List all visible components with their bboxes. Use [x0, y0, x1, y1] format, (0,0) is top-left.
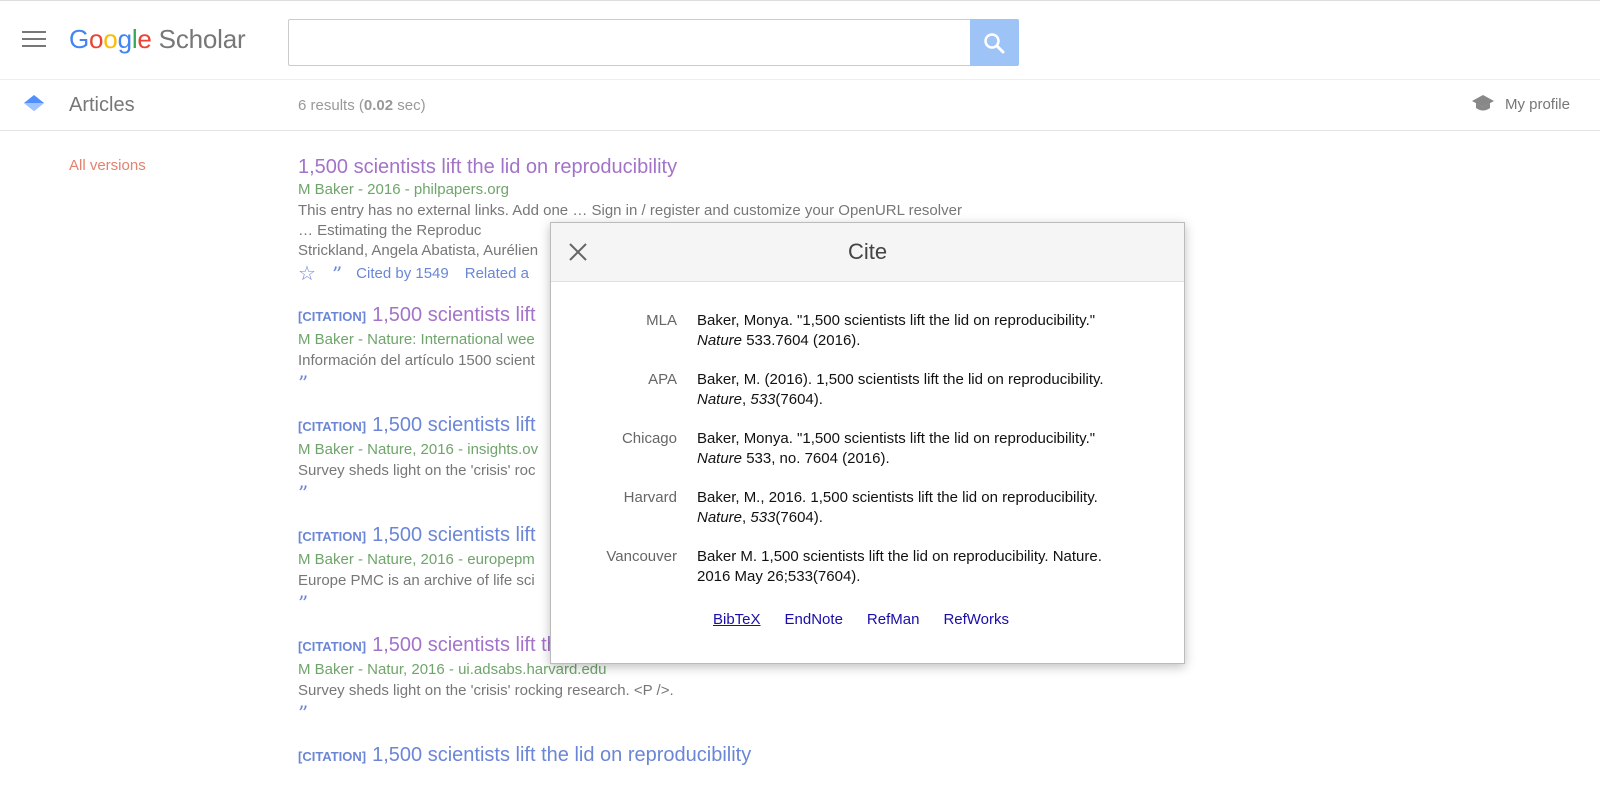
citation-row-vancouver: Vancouver Baker M. 1,500 scientists lift…	[551, 547, 1184, 587]
citation-style-label: Chicago	[621, 430, 677, 447]
related-articles-link[interactable]: Related a	[465, 263, 529, 285]
all-versions-link[interactable]: All versions	[69, 157, 146, 174]
citation-text[interactable]: Baker, M., 2016. 1,500 scientists lift t…	[697, 488, 1137, 528]
citation-style-label: APA	[648, 371, 677, 388]
citation-text[interactable]: Baker M. 1,500 scientists lift the lid o…	[697, 547, 1137, 587]
cite-quote-icon[interactable]: ”	[332, 263, 342, 285]
scholar-cap-icon	[24, 95, 44, 111]
endnote-link[interactable]: EndNote	[785, 611, 843, 628]
top-bar: Google Scholar	[0, 0, 1600, 80]
citation-row-apa: APA Baker, M. (2016). 1,500 scientists l…	[551, 370, 1184, 410]
google-scholar-logo[interactable]: Google Scholar	[69, 24, 246, 55]
refman-link[interactable]: RefMan	[867, 611, 920, 628]
citation-tag: [CITATION]	[298, 639, 367, 654]
refworks-link[interactable]: RefWorks	[943, 611, 1009, 628]
cite-dialog-title: Cite	[847, 239, 888, 264]
search-box	[288, 19, 971, 66]
citation-row-harvard: Harvard Baker, M., 2016. 1,500 scientist…	[551, 488, 1184, 528]
articles-label: Articles	[69, 94, 135, 116]
bibtex-link[interactable]: BibTeX	[713, 611, 761, 628]
results-count: 6 results (0.02 sec)	[298, 97, 426, 114]
hamburger-menu-icon[interactable]	[22, 31, 46, 49]
my-profile-label: My profile	[1504, 95, 1570, 113]
search-icon	[984, 33, 1005, 54]
citation-text[interactable]: Baker, M. (2016). 1,500 scientists lift …	[697, 370, 1137, 410]
citation-style-label: Vancouver	[606, 548, 677, 565]
citation-text[interactable]: Baker, Monya. "1,500 scientists lift the…	[697, 429, 1137, 469]
save-star-icon[interactable]: ☆	[298, 263, 316, 285]
citation-tag: [CITATION]	[298, 529, 367, 544]
cited-by-link[interactable]: Cited by 1549	[356, 263, 449, 285]
graduation-cap-icon	[1471, 95, 1494, 111]
result-snippet: Survey sheds light on the 'crisis' rocki…	[298, 682, 674, 699]
sub-bar: Articles 6 results (0.02 sec) My profile	[0, 79, 1600, 131]
result-item: [CITATION]1,500 scientists lift the lid …	[298, 743, 978, 769]
cite-dialog-header: Cite	[551, 223, 1184, 282]
citation-tag: [CITATION]	[298, 419, 367, 434]
result-title-link[interactable]: 1,500 scientists lift the lid on reprodu…	[298, 155, 978, 179]
citation-style-label: MLA	[646, 312, 677, 329]
export-links: BibTeX EndNote RefMan RefWorks	[713, 611, 1009, 628]
citation-row-chicago: Chicago Baker, Monya. "1,500 scientists …	[551, 429, 1184, 469]
logo-scholar-text: Scholar	[158, 24, 246, 54]
citation-formats: MLA Baker, Monya. "1,500 scientists lift…	[551, 311, 1184, 606]
my-profile-link[interactable]: My profile	[1471, 94, 1570, 114]
citation-tag: [CITATION]	[298, 309, 367, 324]
citation-style-label: Harvard	[623, 489, 677, 506]
citation-text[interactable]: Baker, Monya. "1,500 scientists lift the…	[697, 311, 1137, 351]
search-button[interactable]	[970, 19, 1019, 66]
cite-quote-icon[interactable]: ”	[298, 701, 978, 725]
citation-row-mla: MLA Baker, Monya. "1,500 scientists lift…	[551, 311, 1184, 351]
cite-dialog: Cite MLA Baker, Monya. "1,500 scientists…	[550, 222, 1185, 664]
result-meta: M Baker - 2016 - philpapers.org	[298, 181, 509, 198]
search-input[interactable]	[289, 20, 969, 61]
citation-tag: [CITATION]	[298, 749, 367, 764]
result-title-link[interactable]: [CITATION]1,500 scientists lift the lid …	[298, 743, 978, 769]
